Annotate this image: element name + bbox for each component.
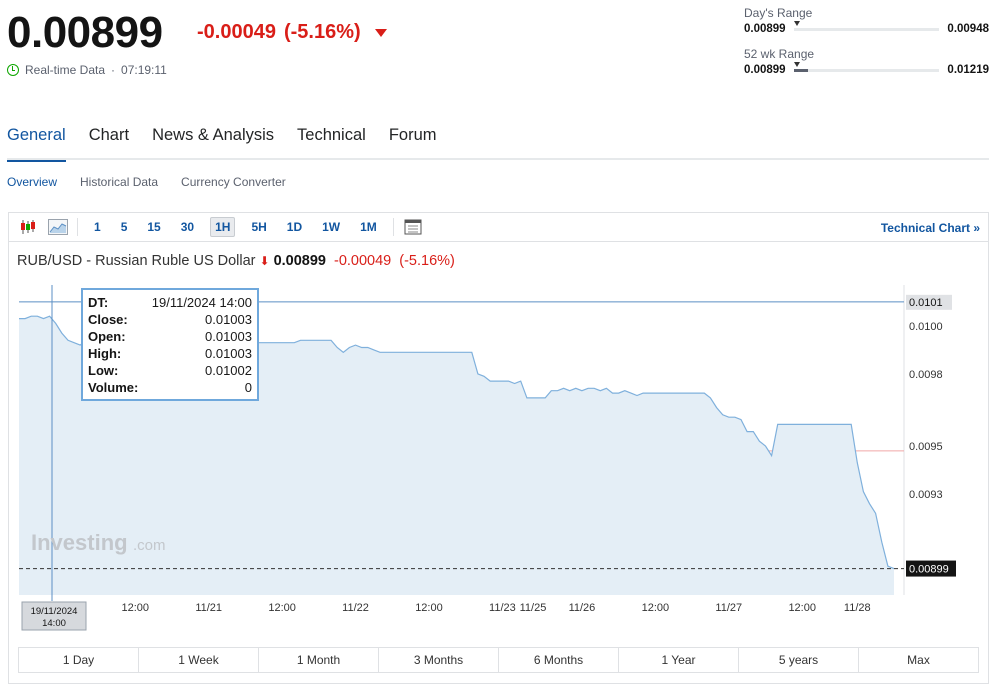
tooltip-key: Low: <box>88 363 119 378</box>
y-tick-label: 0.0095 <box>909 441 943 453</box>
tab-forum[interactable]: Forum <box>389 126 437 162</box>
week52-range-low: 0.00899 <box>744 64 786 76</box>
period-1-month[interactable]: 1 Month <box>259 648 379 672</box>
tab-technical[interactable]: Technical <box>297 126 366 162</box>
period-1-week[interactable]: 1 Week <box>139 648 259 672</box>
tooltip-key: Open: <box>88 329 126 344</box>
tooltip-row: Open: 0.01003 <box>88 328 252 345</box>
tooltip-row: High: 0.01003 <box>88 345 252 362</box>
crosshair-time: 14:00 <box>42 618 66 629</box>
week52-range-fill <box>793 68 809 72</box>
y-tick-label: 0.0093 <box>909 489 943 501</box>
x-tick-label: 11/22 <box>342 602 369 614</box>
quote-price: 0.00899 <box>7 8 163 57</box>
tooltip-value: 0.01003 <box>205 329 252 344</box>
y-tick-label: 0.0100 <box>909 321 943 333</box>
week52-range-label: 52 wk Range <box>744 47 815 61</box>
y-tick-label: 0.0098 <box>909 369 943 381</box>
realtime-time: 07:19:11 <box>121 63 167 77</box>
days-range-low: 0.00899 <box>744 23 786 35</box>
tab-divider <box>7 158 989 160</box>
tooltip-row: Close: 0.01003 <box>88 311 252 328</box>
clock-icon <box>7 64 19 76</box>
x-tick-label: 11/26 <box>569 602 596 614</box>
down-arrow-icon <box>374 28 387 37</box>
range-marker-icon <box>793 20 800 26</box>
chart-widget: 1 5 15 30 1H 5H 1D 1W 1M Technical Chart » RUB/U… <box>8 212 989 684</box>
tooltip-value: 0.01003 <box>205 312 252 327</box>
tooltip-row: DT: 19/11/2024 14:00 <box>88 294 252 311</box>
range-marker-icon <box>793 61 800 67</box>
x-tick-label: 11/21 <box>195 602 222 614</box>
realtime-label: Real-time Data <box>25 63 106 77</box>
main-tabs: General Chart News & Analysis Technical … <box>7 126 437 162</box>
x-tick-label: 12:00 <box>788 602 816 614</box>
quote-change-pct: (-5.16%) <box>283 21 361 43</box>
x-tick-label: 11/23 <box>489 602 516 614</box>
tooltip-key: Close: <box>88 312 128 327</box>
week52-range-bar <box>793 61 940 72</box>
period-6-months[interactable]: 6 Months <box>499 648 619 672</box>
separator-dot: · <box>111 63 116 77</box>
x-tick-label: 11/27 <box>715 602 742 614</box>
quote-change-value: -0.00049 <box>197 21 276 43</box>
chart-tooltip: DT: 19/11/2024 14:00 Close: 0.01003 Open: 0.0… <box>81 288 259 401</box>
tab-general[interactable]: General <box>7 126 66 162</box>
quote-change: -0.00049 (-5.16%) <box>197 21 387 44</box>
period-1-day[interactable]: 1 Day <box>19 648 139 672</box>
period-3-months[interactable]: 3 Months <box>379 648 499 672</box>
x-tick-label: 12:00 <box>642 602 670 614</box>
period-5-years[interactable]: 5 years <box>739 648 859 672</box>
tooltip-row: Low: 0.01002 <box>88 362 252 379</box>
tooltip-key: Volume: <box>88 380 139 395</box>
days-range-high: 0.00948 <box>947 23 989 35</box>
days-range-bar <box>793 20 940 31</box>
sub-tabs: Overview Historical Data Currency Conver… <box>7 175 286 189</box>
period-max[interactable]: Max <box>859 648 978 672</box>
tooltip-key: DT: <box>88 295 109 310</box>
tab-chart[interactable]: Chart <box>89 126 129 162</box>
tooltip-row: Volume: 0 <box>88 379 252 396</box>
x-tick-label: 11/28 <box>844 602 871 614</box>
week52-range-high: 0.01219 <box>947 64 989 76</box>
week52-range: 52 wk Range 0.00899 0.01219 <box>744 47 989 76</box>
crosshair-date: 19/11/2024 <box>31 606 78 617</box>
realtime-status: Real-time Data · 07:19:11 <box>7 63 167 77</box>
investing-logo-suffix: .com <box>133 537 166 554</box>
period-selector: 1 Day 1 Week 1 Month 3 Months 6 Months 1 Year… <box>18 647 979 673</box>
x-tick-label: 12:00 <box>121 602 149 614</box>
subtab-currency-converter[interactable]: Currency Converter <box>181 175 286 189</box>
last-price-label: 0.00899 <box>909 564 949 576</box>
tooltip-key: High: <box>88 346 122 361</box>
investing-logo: Investing <box>31 530 128 555</box>
days-range-label: Day's Range <box>744 6 813 20</box>
top-price-label: 0.0101 <box>909 297 943 309</box>
subtab-historical-data[interactable]: Historical Data <box>80 175 158 189</box>
days-range: Day's Range 0.00899 0.00948 <box>744 6 989 35</box>
tooltip-value: 0.01002 <box>205 363 252 378</box>
x-tick-label: 12:00 <box>268 602 296 614</box>
tab-news-analysis[interactable]: News & Analysis <box>152 126 274 162</box>
subtab-overview[interactable]: Overview <box>7 175 57 189</box>
x-tick-label: 12:00 <box>415 602 443 614</box>
tooltip-value: 0 <box>244 380 252 395</box>
price-chart[interactable]: 0.0100 0.0098 0.0095 0.0093 0.0101 0.00899 11/… <box>9 213 988 643</box>
tooltip-value: 19/11/2024 14:00 <box>151 295 252 310</box>
x-tick-label: 11/25 <box>520 602 547 614</box>
tooltip-value: 0.01003 <box>205 346 252 361</box>
period-1-year[interactable]: 1 Year <box>619 648 739 672</box>
